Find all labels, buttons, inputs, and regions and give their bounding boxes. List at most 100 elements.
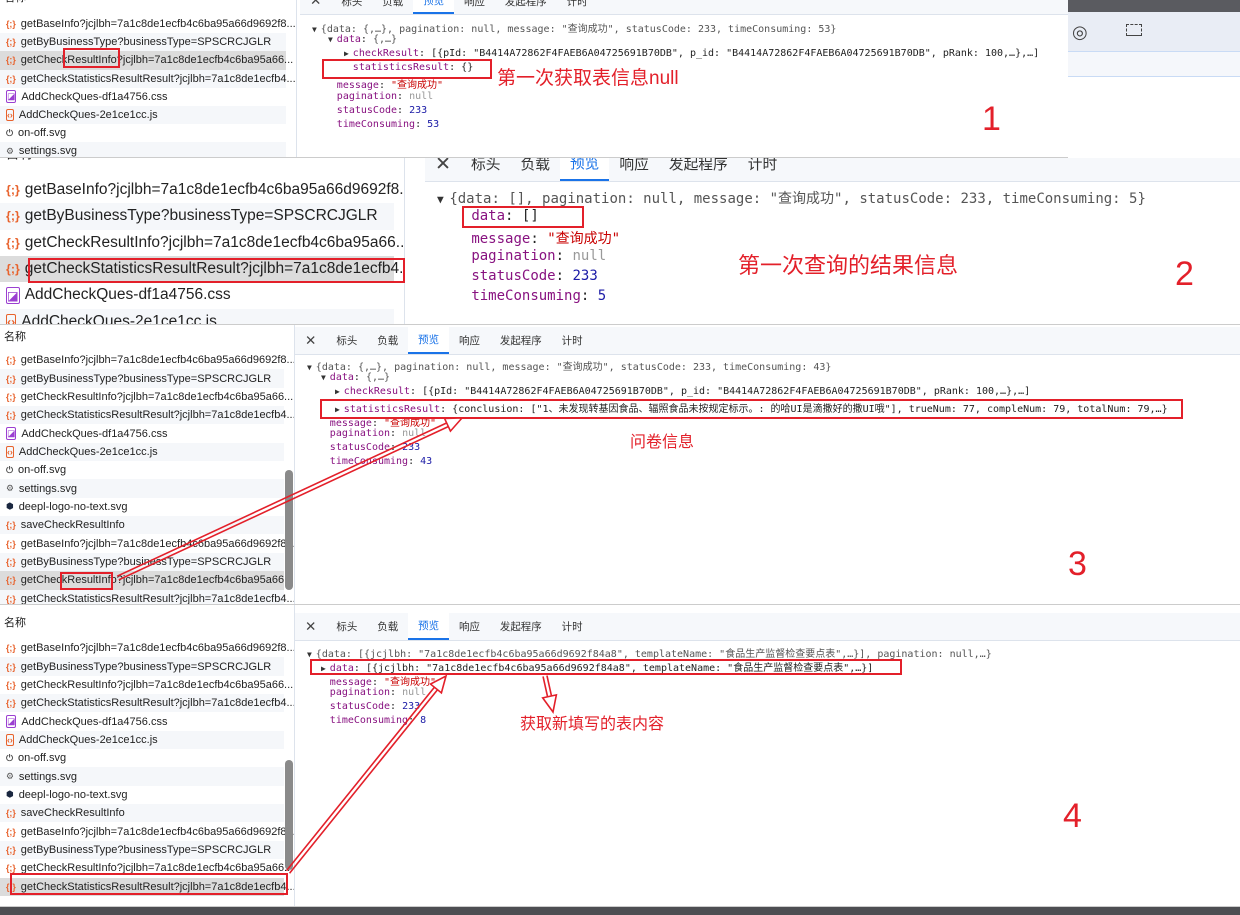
request-row[interactable]: {;} getBaseInfo?jcjlbh=7a1c8de1ecfb4c6ba9…: [0, 15, 296, 33]
request-row[interactable]: ‹› AddCheckQues-2e1ce1cc.js: [0, 308, 394, 324]
tab-预览[interactable]: 预览: [408, 327, 450, 354]
request-row[interactable]: ◪ AddCheckQues-df1a4756.css: [0, 712, 284, 730]
request-row[interactable]: {;} getCheckStatisticsResultResult?jcjlbh…: [0, 694, 294, 713]
request-row[interactable]: {;} getCheckResultInfo?jcjlbh=7a1c8de1ecf…: [0, 571, 293, 590]
request-row[interactable]: {;} getBaseInfo?jcjlbh=7a1c8de1ecfb4c6ba9…: [0, 823, 294, 841]
request-row[interactable]: ⬢ deepl-logo-no-text.svg: [0, 786, 284, 804]
tab-计时[interactable]: 计时: [552, 327, 593, 354]
request-row[interactable]: ‹› AddCheckQues-2e1ce1cc.js: [0, 106, 286, 125]
close-icon[interactable]: ✕: [425, 158, 461, 181]
eye-icon[interactable]: ◎: [1072, 22, 1088, 43]
request-row[interactable]: ‹› AddCheckQues-2e1ce1cc.js: [0, 730, 284, 750]
tab-标头[interactable]: 标头: [326, 613, 367, 640]
json-line[interactable]: ▶ checkResult: [{pId: "B4414A72862F4FAEB6…: [344, 48, 1039, 59]
request-row[interactable]: ‹› AddCheckQues-2e1ce1cc.js: [0, 442, 284, 462]
request-row[interactable]: ⬢ deepl-logo-no-text.svg: [0, 498, 284, 516]
tab-响应[interactable]: 响应: [609, 158, 658, 181]
request-row[interactable]: {;} getByBusinessType?businessType=SPSCRC…: [0, 369, 284, 388]
tab-计时[interactable]: 计时: [557, 0, 598, 14]
list-header-name[interactable]: 名称: [4, 158, 35, 164]
request-row[interactable]: {;} saveCheckResultInfo: [0, 804, 284, 823]
screenshot-rotate-icon[interactable]: [1126, 24, 1142, 36]
list-scrollbar[interactable]: [285, 760, 293, 870]
request-row[interactable]: {;} getByBusinessType?businessType=SPSCRC…: [0, 552, 284, 572]
request-row[interactable]: {;} getCheckResultInfo?jcjlbh=7a1c8de1ecf…: [0, 859, 293, 877]
request-row[interactable]: {;} getByBusinessType?businessType=SPSCRC…: [0, 203, 394, 230]
request-row[interactable]: ⚙ settings.svg: [0, 479, 284, 498]
tab-标头[interactable]: 标头: [326, 327, 367, 354]
request-row[interactable]: ⚙ settings.svg: [0, 767, 284, 786]
expand-right-icon[interactable]: ▶: [321, 664, 330, 673]
expand-down-icon[interactable]: ▼: [328, 35, 337, 44]
request-row[interactable]: {;} getBaseInfo?jcjlbh=7a1c8de1ecfb4c6ba9…: [0, 535, 294, 553]
tab-负载[interactable]: 负载: [510, 158, 559, 181]
json-line[interactable]: ▼ {data: {,…}, pagination: null, message:…: [312, 20, 836, 35]
expand-right-icon[interactable]: ▶: [335, 387, 344, 396]
expand-down-icon[interactable]: ▼: [312, 25, 321, 34]
json-line[interactable]: ▶ checkResult: [{pId: "B4414A72862F4FAEB6…: [335, 386, 1030, 397]
request-row[interactable]: {;} getCheckStatisticsResultResult?jcjlbh…: [0, 69, 296, 88]
close-icon[interactable]: ✕: [300, 0, 331, 14]
tab-发起程序[interactable]: 发起程序: [495, 0, 557, 14]
expand-right-icon[interactable]: ▶: [335, 405, 344, 414]
list-scrollbar[interactable]: [285, 470, 293, 590]
request-row[interactable]: {;} getByBusinessType?businessType=SPSCRC…: [0, 657, 284, 676]
expand-right-icon[interactable]: ▶: [344, 49, 353, 58]
tab-发起程序[interactable]: 发起程序: [490, 613, 552, 640]
request-row[interactable]: {;} getCheckStatisticsResultResult?jcjlbh…: [0, 255, 404, 283]
tab-响应[interactable]: 响应: [454, 0, 495, 14]
request-row[interactable]: {;} getCheckResultInfo?jcjlbh=7a1c8de1ecf…: [0, 230, 404, 256]
json-line[interactable]: ▼ {data: [], pagination: null, message: "…: [437, 188, 1146, 208]
json-line[interactable]: ▼ {data: [{jcjlbh: "7a1c8de1ecfb4c6ba95a6…: [307, 645, 992, 660]
request-row[interactable]: {;} getCheckStatisticsResultResult?jcjlbh…: [0, 589, 294, 604]
close-icon[interactable]: ✕: [295, 613, 326, 640]
tab-负载[interactable]: 负载: [372, 0, 413, 14]
tab-负载[interactable]: 负载: [367, 613, 408, 640]
request-row[interactable]: ◪ AddCheckQues-df1a4756.css: [0, 424, 284, 442]
request-row[interactable]: {;} getCheckStatisticsResultResult?jcjlbh…: [0, 877, 294, 896]
request-row[interactable]: {;} getCheckStatisticsResultResult?jcjlbh…: [0, 406, 294, 425]
request-row[interactable]: {;} saveCheckResultInfo: [0, 516, 284, 535]
gear-icon: ⚙: [6, 483, 14, 494]
request-row[interactable]: {;} getBaseInfo?jcjlbh=7a1c8de1ecfb4c6ba9…: [0, 351, 294, 369]
tab-预览[interactable]: 预览: [413, 0, 455, 14]
json-line[interactable]: ▶ data: [{jcjlbh: "7a1c8de1ecfb4c6ba95a66…: [321, 659, 873, 674]
list-header-name[interactable]: 名称: [4, 613, 26, 633]
json-line[interactable]: ▶ statisticsResult: {conclusion: ["1、未发现转…: [335, 400, 1168, 415]
json-line[interactable]: ▼ {data: {,…}, pagination: null, message:…: [307, 358, 831, 373]
request-row[interactable]: {;} getCheckResultInfo?jcjlbh=7a1c8de1ecf…: [0, 51, 293, 70]
tab-响应[interactable]: 响应: [449, 613, 490, 640]
request-row[interactable]: {;} getByBusinessType?businessType=SPSCRC…: [0, 33, 286, 52]
expand-down-icon[interactable]: ▼: [307, 363, 316, 372]
json-line[interactable]: ▼ data: {,…}: [328, 34, 397, 45]
tab-计时[interactable]: 计时: [552, 613, 593, 640]
tab-预览[interactable]: 预览: [408, 613, 450, 640]
tab-预览[interactable]: 预览: [559, 158, 610, 181]
request-row[interactable]: ◪ AddCheckQues-df1a4756.css: [0, 88, 286, 106]
json-line[interactable]: ▼ data: {,…}: [321, 372, 390, 383]
tab-标头[interactable]: 标头: [461, 158, 510, 181]
request-row[interactable]: ⏻ on-off.svg: [0, 749, 284, 767]
request-row[interactable]: {;} getBaseInfo?jcjlbh=7a1c8de1ecfb4c6ba9…: [0, 639, 294, 657]
tab-发起程序[interactable]: 发起程序: [659, 158, 738, 181]
tab-负载[interactable]: 负载: [367, 327, 408, 354]
request-row[interactable]: ◪ AddCheckQues-df1a4756.css: [0, 282, 394, 308]
expand-down-icon[interactable]: ▼: [321, 373, 330, 382]
tab-响应[interactable]: 响应: [449, 327, 490, 354]
list-header-name[interactable]: 名称: [4, 0, 26, 8]
expand-down-icon[interactable]: ▼: [307, 650, 316, 659]
expand-down-icon[interactable]: ▼: [437, 193, 449, 206]
request-row[interactable]: {;} getBaseInfo?jcjlbh=7a1c8de1ecfb4c6ba9…: [0, 177, 404, 203]
request-row[interactable]: {;} getCheckResultInfo?jcjlbh=7a1c8de1ecf…: [0, 388, 293, 406]
request-row[interactable]: ⏻ on-off.svg: [0, 461, 284, 479]
tab-标头[interactable]: 标头: [331, 0, 372, 14]
request-row[interactable]: ⏻ on-off.svg: [0, 124, 286, 142]
tab-发起程序[interactable]: 发起程序: [490, 327, 552, 354]
json-line: statusCode: 233: [329, 442, 421, 453]
request-row[interactable]: {;} getByBusinessType?businessType=SPSCRC…: [0, 840, 284, 860]
list-header-name[interactable]: 名称: [4, 327, 26, 347]
request-row[interactable]: ⚙ settings.svg: [0, 142, 286, 157]
tab-计时[interactable]: 计时: [738, 158, 787, 181]
close-icon[interactable]: ✕: [295, 327, 326, 354]
request-row[interactable]: {;} getCheckResultInfo?jcjlbh=7a1c8de1ecf…: [0, 676, 293, 694]
